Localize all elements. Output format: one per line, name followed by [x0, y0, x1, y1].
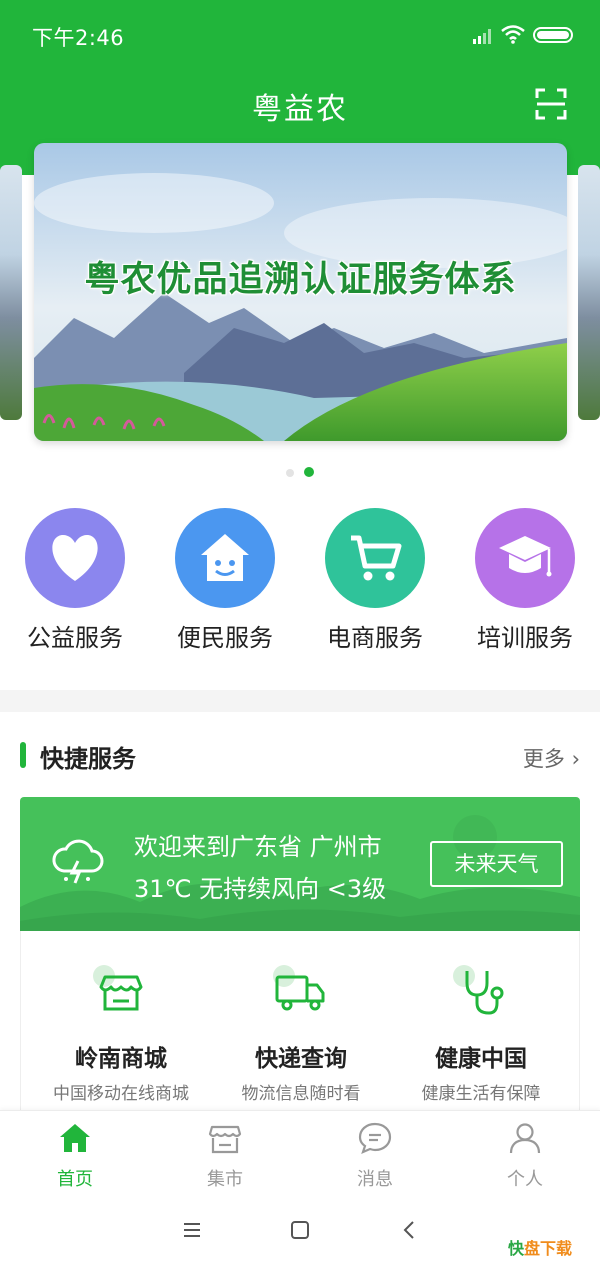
stethoscope-icon-wrap: [451, 963, 511, 1019]
home-square-icon[interactable]: [288, 1218, 312, 1242]
service-ecommerce[interactable]: 电商服务: [310, 508, 440, 653]
person-icon: [509, 1123, 541, 1154]
tab-profile[interactable]: 个人: [475, 1121, 575, 1191]
quick-link-name: 岭南商城: [75, 1046, 167, 1072]
section-divider: [0, 690, 600, 712]
quick-links-row: 岭南商城 中国移动在线商城 快递查询 物流信息随时看 健康中国 健康生活有保障: [20, 931, 580, 1111]
quick-link-name: 快递查询: [255, 1046, 347, 1072]
service-circle: [475, 508, 575, 608]
graduation-cap-icon: [499, 536, 552, 577]
service-training[interactable]: 培训服务: [460, 508, 590, 653]
cart-icon: [351, 535, 402, 581]
scan-icon[interactable]: [535, 88, 567, 120]
quick-link-name: 健康中国: [435, 1046, 527, 1072]
chevron-right-icon: ›: [571, 747, 580, 771]
wifi-icon: [501, 25, 525, 44]
watermark-text: 盘下载: [524, 1239, 573, 1258]
carousel-dot-1[interactable]: [286, 469, 294, 477]
market-icon: [208, 1125, 242, 1154]
message-icon: [358, 1122, 392, 1154]
quick-link-desc: 中国移动在线商城: [53, 1084, 189, 1104]
tab-label: 消息: [357, 1169, 393, 1190]
status-time: 下午2:46: [32, 26, 125, 50]
quick-link-desc: 健康生活有保障: [421, 1084, 541, 1104]
tab-label: 个人: [507, 1169, 543, 1190]
carousel-dot-2[interactable]: [304, 467, 314, 477]
more-link[interactable]: 更多 ›: [523, 743, 580, 773]
carousel-next-card[interactable]: [578, 165, 600, 420]
service-label: 培训服务: [477, 624, 573, 652]
watermark-logo: 快盘下载: [508, 1235, 572, 1259]
service-label: 电商服务: [327, 624, 423, 652]
bottom-tab-bar: 首页 集市 消息 个人: [0, 1110, 600, 1196]
store-icon-wrap: [91, 963, 151, 1019]
app-screen: 下午2:46 粤益农 粤农优品追溯认证服务体系 公益服务 便民服务 电商服务 培…: [0, 0, 600, 1267]
carousel-prev-card[interactable]: [0, 165, 22, 420]
service-circle: [25, 508, 125, 608]
quick-service-header: 快捷服务 更多 ›: [0, 712, 600, 792]
menu-icon[interactable]: [180, 1218, 204, 1242]
service-circle: [175, 508, 275, 608]
service-label: 便民服务: [177, 624, 273, 652]
weather-card[interactable]: 欢迎来到广东省 广州市 31℃ 无持续风向 <3级 未来天气: [20, 797, 580, 931]
back-icon[interactable]: [398, 1218, 422, 1242]
carousel-indicator: [0, 462, 600, 481]
quick-link-lingnan-mall[interactable]: 岭南商城 中国移动在线商城: [28, 963, 214, 1104]
service-convenience[interactable]: 便民服务: [160, 508, 290, 653]
tab-messages[interactable]: 消息: [325, 1121, 425, 1191]
heart-icon: [52, 535, 98, 581]
watermark-mark: 快: [508, 1239, 525, 1258]
tab-home[interactable]: 首页: [25, 1121, 125, 1191]
quick-link-desc: 物流信息随时看: [241, 1084, 361, 1104]
service-public-welfare[interactable]: 公益服务: [10, 508, 140, 653]
stethoscope-icon: [465, 971, 504, 1015]
more-label: 更多: [522, 747, 565, 771]
signal-icon: [473, 29, 491, 44]
banner-caption: 粤农优品追溯认证服务体系: [84, 260, 517, 300]
status-bar: 下午2:46: [0, 0, 600, 70]
tab-label: 集市: [207, 1169, 243, 1190]
quick-link-express[interactable]: 快递查询 物流信息随时看: [208, 963, 394, 1104]
store-icon: [99, 975, 143, 1011]
service-label: 公益服务: [27, 624, 123, 652]
house-smile-icon: [201, 534, 249, 581]
service-circle: [325, 508, 425, 608]
quick-link-health-china[interactable]: 健康中国 健康生活有保障: [388, 963, 574, 1104]
tab-label: 首页: [57, 1169, 93, 1190]
banner-image[interactable]: 粤农优品追溯认证服务体系: [34, 143, 567, 441]
section-accent-bar: [20, 742, 26, 768]
truck-icon-wrap: [271, 963, 331, 1019]
storm-cloud-icon: [52, 839, 104, 884]
weather-condition: 31℃ 无持续风向 <3级: [134, 875, 387, 903]
home-icon: [60, 1124, 90, 1152]
tab-market[interactable]: 集市: [175, 1121, 275, 1191]
truck-icon: [275, 975, 325, 1011]
battery-icon: [533, 27, 573, 43]
weather-location: 欢迎来到广东省 广州市: [134, 833, 382, 861]
app-title: 粤益农: [252, 92, 348, 127]
quick-service-title: 快捷服务: [40, 745, 136, 773]
future-weather-button[interactable]: 未来天气: [430, 841, 563, 887]
